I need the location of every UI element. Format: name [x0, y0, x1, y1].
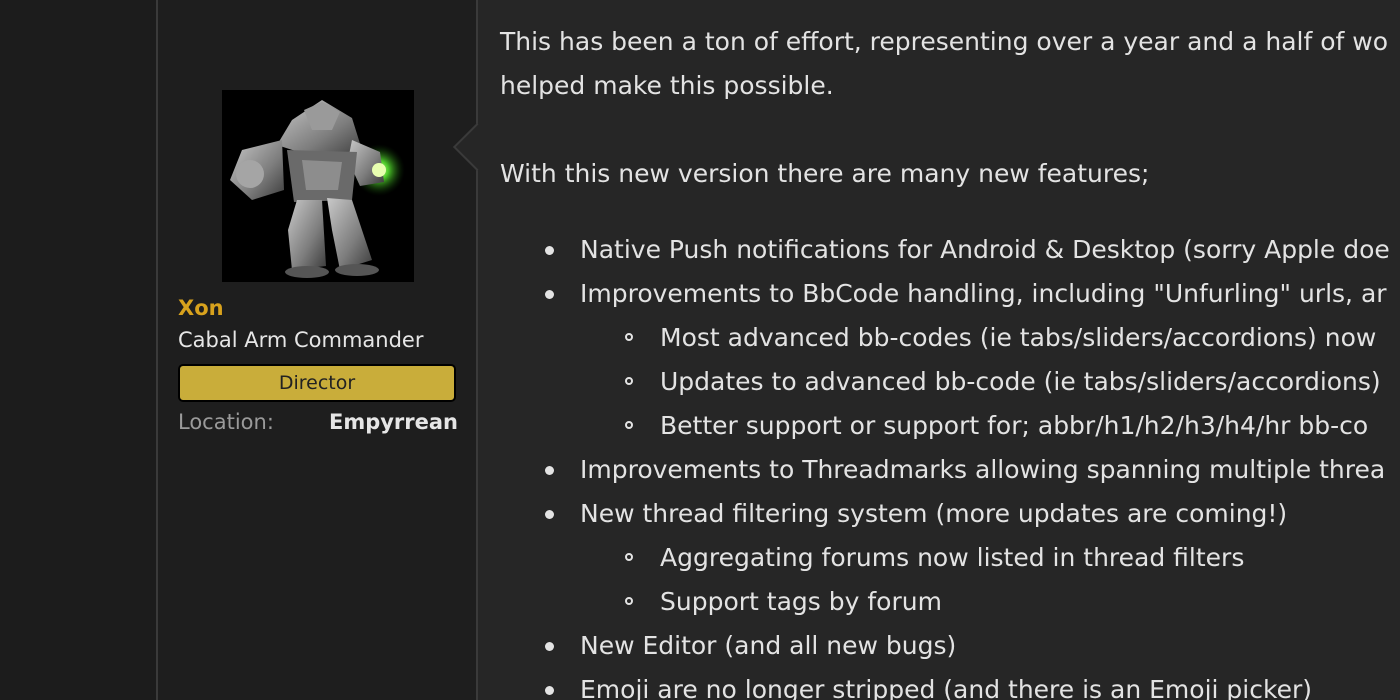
user-location-row: Location: Empyrrean: [178, 410, 458, 434]
location-value: Empyrrean: [328, 410, 458, 434]
sub-list-item: Support tags by forum: [500, 580, 1400, 624]
sub-feature-list: Aggregating forums now listed in thread …: [580, 536, 1400, 624]
list-item-text: New Editor (and all new bugs): [580, 631, 957, 660]
intro-line-2: helped make this possible.: [500, 71, 834, 100]
list-item: Emoji are no longer stripped (and there …: [500, 668, 1400, 700]
sub-list-item: Updates to advanced bb-code (ie tabs/sli…: [500, 360, 1400, 404]
location-label: Location:: [178, 410, 274, 434]
list-item-text: Improvements to Threadmarks allowing spa…: [580, 455, 1386, 484]
user-title: Cabal Arm Commander: [178, 328, 424, 352]
sub-list-item: Most advanced bb-codes (ie tabs/sliders/…: [500, 316, 1400, 360]
list-item: New thread filtering system (more update…: [500, 492, 1400, 624]
message-content: This has been a ton of effort, represent…: [478, 0, 1400, 700]
list-item: Improvements to Threadmarks allowing spa…: [500, 448, 1400, 492]
mech-robot-avatar-icon: [222, 90, 414, 282]
features-intro: With this new version there are many new…: [500, 159, 1150, 188]
list-item-text: New thread filtering system (more update…: [580, 499, 1288, 528]
sub-feature-list: Most advanced bb-codes (ie tabs/sliders/…: [580, 316, 1400, 448]
list-item-text: Native Push notifications for Android & …: [580, 235, 1390, 264]
list-item: New Editor (and all new bugs): [500, 624, 1400, 668]
left-gutter: [0, 0, 156, 700]
sub-list-item: Aggregating forums now listed in thread …: [500, 536, 1400, 580]
list-item: Improvements to BbCode handling, includi…: [500, 272, 1400, 448]
user-banner: Director: [178, 364, 456, 402]
user-panel: Xon Cabal Arm Commander Director Locatio…: [158, 0, 478, 700]
avatar[interactable]: [222, 90, 414, 282]
list-item-text: Emoji are no longer stripped (and there …: [580, 675, 1312, 700]
sub-list-item: Better support or support for; abbr/h1/h…: [500, 404, 1400, 448]
post: Xon Cabal Arm Commander Director Locatio…: [156, 0, 1400, 700]
intro-line-1: This has been a ton of effort, represent…: [500, 27, 1388, 56]
feature-list: Native Push notifications for Android & …: [500, 228, 1400, 700]
forum-post-page: Xon Cabal Arm Commander Director Locatio…: [0, 0, 1400, 700]
username[interactable]: Xon: [178, 296, 224, 320]
message-body: This has been a ton of effort, represent…: [500, 20, 1400, 700]
list-item-text: Improvements to BbCode handling, includi…: [580, 279, 1387, 308]
list-item: Native Push notifications for Android & …: [500, 228, 1400, 272]
